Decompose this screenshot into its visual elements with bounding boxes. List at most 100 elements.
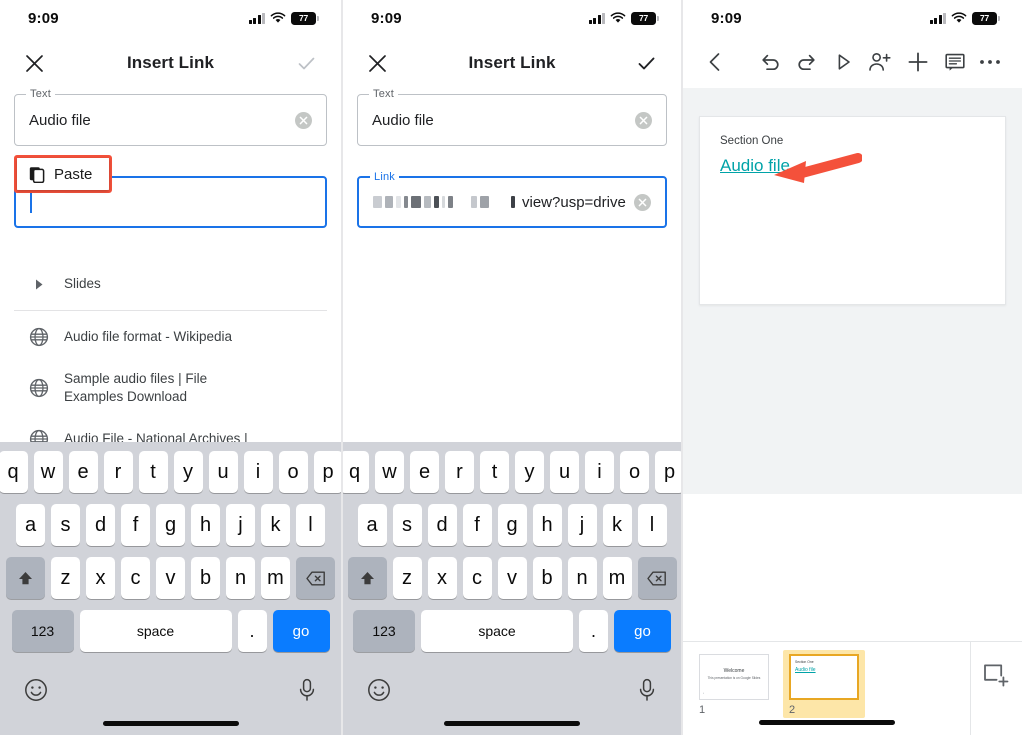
clear-icon[interactable] [295, 111, 312, 129]
key-m[interactable]: m [261, 557, 290, 599]
checkmark-icon[interactable] [636, 53, 657, 74]
link-field[interactable]: Link view?usp=drive [357, 171, 667, 228]
comment-icon[interactable] [937, 53, 975, 72]
wifi-icon [610, 12, 626, 23]
key-y[interactable]: y [173, 451, 203, 493]
key-t[interactable]: t [480, 451, 509, 493]
list-item[interactable]: Welcome This presentation is on Google S… [693, 650, 775, 718]
undo-icon[interactable] [751, 52, 789, 72]
text-field[interactable]: Text Audio file [357, 88, 667, 146]
clear-icon[interactable] [635, 111, 652, 129]
text-field[interactable]: Text Audio file [14, 88, 327, 146]
current-slide[interactable]: Section One Audio file [699, 116, 1006, 305]
key-g[interactable]: g [497, 504, 527, 546]
key-p[interactable]: p [313, 451, 341, 493]
close-icon[interactable] [24, 53, 45, 74]
list-item[interactable]: Section One Audio file 2 [783, 650, 865, 718]
key-g[interactable]: g [156, 504, 185, 546]
key-t[interactable]: t [138, 451, 168, 493]
key-b[interactable]: b [191, 557, 220, 599]
plus-icon[interactable] [899, 51, 937, 73]
slide-thumbnail-1[interactable]: Welcome This presentation is on Google S… [699, 654, 769, 700]
key-n[interactable]: n [226, 557, 255, 599]
key-e[interactable]: e [410, 451, 439, 493]
key-r[interactable]: r [103, 451, 133, 493]
microphone-icon[interactable] [637, 678, 657, 707]
key-s[interactable]: s [392, 504, 422, 546]
checkmark-icon[interactable] [296, 53, 317, 74]
more-options-icon[interactable] [974, 59, 1006, 65]
list-item[interactable]: Sample audio files | File Examples Downl… [0, 359, 341, 417]
list-item[interactable]: Audio file format - Wikipedia [0, 315, 341, 359]
space-key[interactable]: space [79, 610, 232, 652]
key-k[interactable]: k [261, 504, 290, 546]
key-c[interactable]: c [121, 557, 150, 599]
panel-insert-link-filled: 9:09 77 Insert Link Text Audio file Link… [341, 0, 683, 735]
key-r[interactable]: r [445, 451, 474, 493]
key-m[interactable]: m [602, 557, 632, 599]
emoji-icon[interactable] [24, 678, 48, 707]
key-w[interactable]: w [375, 451, 404, 493]
go-key[interactable]: go [272, 610, 330, 652]
key-f[interactable]: f [462, 504, 492, 546]
close-icon[interactable] [367, 53, 388, 74]
add-person-icon[interactable] [862, 52, 900, 72]
redo-icon[interactable] [788, 52, 826, 72]
key-i[interactable]: i [243, 451, 273, 493]
key-z[interactable]: z [51, 557, 80, 599]
key-h[interactable]: h [532, 504, 562, 546]
key-w[interactable]: w [33, 451, 63, 493]
key-v[interactable]: v [497, 557, 527, 599]
chevron-left-icon[interactable] [699, 52, 731, 72]
microphone-icon[interactable] [297, 678, 317, 707]
key-x[interactable]: x [427, 557, 457, 599]
play-icon[interactable] [826, 53, 862, 71]
emoji-icon[interactable] [367, 678, 391, 707]
key-a[interactable]: a [16, 504, 45, 546]
key-y[interactable]: y [515, 451, 544, 493]
key-d[interactable]: d [86, 504, 115, 546]
key-c[interactable]: c [462, 557, 492, 599]
key-d[interactable]: d [427, 504, 457, 546]
key-n[interactable]: n [567, 557, 597, 599]
key-q[interactable]: q [0, 451, 28, 493]
key-s[interactable]: s [51, 504, 80, 546]
key-l[interactable]: l [296, 504, 325, 546]
key-p[interactable]: p [655, 451, 681, 493]
add-slide-icon[interactable] [970, 642, 1022, 735]
space-key[interactable]: space [421, 610, 573, 652]
key-x[interactable]: x [86, 557, 115, 599]
key-a[interactable]: a [357, 504, 387, 546]
key-o[interactable]: o [278, 451, 308, 493]
key-i[interactable]: i [585, 451, 614, 493]
backspace-icon[interactable] [296, 557, 335, 599]
suggestion-group-slides[interactable]: Slides [0, 262, 341, 306]
shift-icon[interactable] [347, 557, 387, 599]
numbers-key[interactable]: 123 [11, 610, 74, 652]
backspace-icon[interactable] [637, 557, 677, 599]
key-z[interactable]: z [392, 557, 422, 599]
key-b[interactable]: b [532, 557, 562, 599]
key-j[interactable]: j [567, 504, 597, 546]
key-o[interactable]: o [620, 451, 649, 493]
key-q[interactable]: q [343, 451, 369, 493]
key-h[interactable]: h [191, 504, 220, 546]
key-l[interactable]: l [637, 504, 667, 546]
numbers-key[interactable]: 123 [353, 610, 415, 652]
slide-thumbnail-2[interactable]: Section One Audio file [789, 654, 859, 700]
key-j[interactable]: j [226, 504, 255, 546]
key-f[interactable]: f [121, 504, 150, 546]
key-k[interactable]: k [602, 504, 632, 546]
key-u[interactable]: u [550, 451, 579, 493]
go-key[interactable]: go [614, 610, 671, 652]
cellular-signal-icon [588, 12, 605, 24]
paste-tooltip[interactable]: Paste [14, 155, 113, 205]
period-key[interactable]: . [237, 610, 267, 652]
clear-icon[interactable] [634, 193, 651, 211]
status-bar: 9:09 77 [343, 0, 681, 36]
key-e[interactable]: e [68, 451, 98, 493]
shift-icon[interactable] [6, 557, 45, 599]
key-v[interactable]: v [156, 557, 185, 599]
key-u[interactable]: u [208, 451, 238, 493]
period-key[interactable]: . [579, 610, 608, 652]
